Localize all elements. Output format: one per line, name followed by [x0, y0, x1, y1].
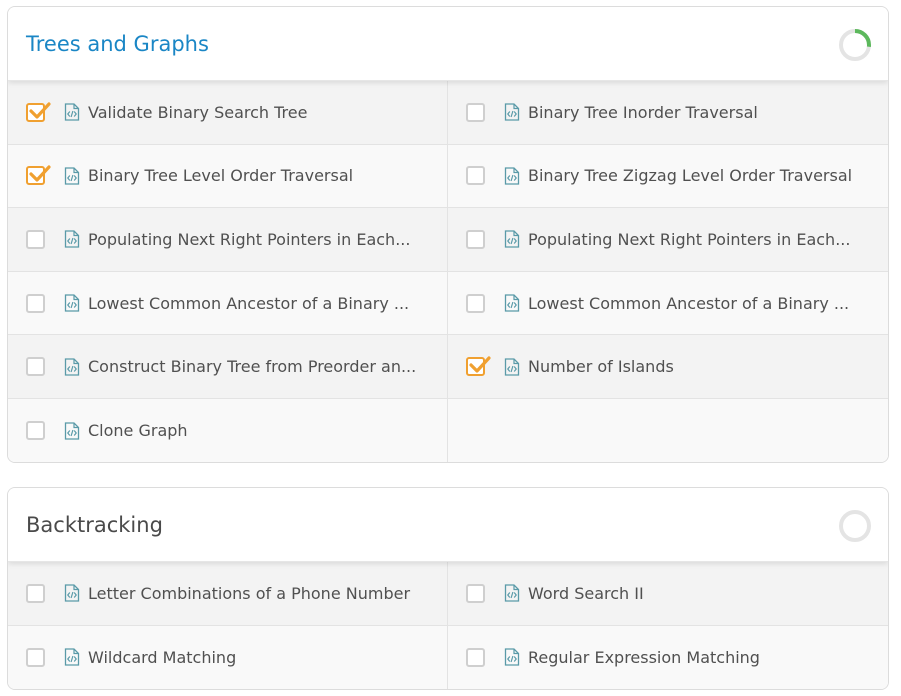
checkbox[interactable] [466, 229, 485, 249]
problem-label: Populating Next Right Pointers in Each..… [528, 229, 851, 249]
code-file-icon [64, 167, 80, 185]
code-file-icon [504, 584, 520, 602]
checkbox[interactable] [466, 102, 485, 122]
code-file-icon [504, 294, 520, 312]
code-file-icon [64, 230, 80, 249]
section-header[interactable]: Trees and Graphs [8, 7, 888, 81]
code-file-icon [504, 230, 520, 249]
code-file-icon [64, 584, 80, 602]
problem-item[interactable]: Binary Tree Zigzag Level Order Traversal [448, 144, 888, 209]
checkbox[interactable] [26, 583, 45, 603]
section-title: Backtracking [26, 513, 163, 537]
problem-item[interactable]: Regular Expression Matching [448, 625, 888, 689]
section-card-trees-and-graphs: Trees and Graphs Validate Binary Search … [7, 6, 889, 463]
problem-label: Lowest Common Ancestor of a Binary ... [88, 293, 410, 313]
problem-label: Clone Graph [88, 421, 188, 441]
problem-item[interactable]: Lowest Common Ancestor of a Binary ... [8, 271, 448, 336]
problem-label: Regular Expression Matching [528, 647, 760, 667]
problem-label: Populating Next Right Pointers in Each..… [88, 229, 411, 249]
code-file-icon [64, 103, 80, 121]
checkbox[interactable] [26, 229, 45, 249]
checkbox[interactable] [466, 166, 485, 186]
checkbox[interactable] [26, 293, 45, 313]
section-card-backtracking: Backtracking Letter Combinations of a Ph… [7, 487, 889, 690]
problem-item[interactable]: Binary Tree Inorder Traversal [448, 81, 888, 145]
code-file-icon [504, 167, 520, 185]
problem-label: Validate Binary Search Tree [88, 102, 308, 122]
section-header[interactable]: Backtracking [8, 488, 888, 562]
code-file-icon [64, 294, 80, 312]
code-file-icon [504, 648, 520, 667]
problem-item[interactable]: Clone Graph [8, 398, 448, 462]
checkbox[interactable] [466, 647, 485, 667]
empty-cell [448, 398, 888, 462]
problem-label: Binary Tree Level Order Traversal [88, 166, 354, 186]
checkbox[interactable] [466, 583, 485, 603]
problem-label: Number of Islands [528, 357, 674, 377]
problem-grid: Validate Binary Search Tree Binary Tree I… [8, 81, 888, 462]
code-file-icon [64, 358, 80, 376]
problem-item[interactable]: Binary Tree Level Order Traversal [8, 144, 448, 209]
problem-item[interactable]: Letter Combinations of a Phone Number [8, 562, 448, 626]
problem-item[interactable]: Number of Islands [448, 335, 888, 399]
checkbox[interactable] [466, 293, 485, 313]
problem-item[interactable]: Word Search II [448, 562, 888, 626]
checkbox[interactable] [26, 647, 45, 667]
code-file-icon [64, 422, 80, 440]
code-file-icon [504, 358, 520, 376]
problem-label: Binary Tree Zigzag Level Order Traversal [528, 166, 853, 186]
problem-label: Word Search II [528, 583, 644, 603]
progress-ring-icon [839, 510, 871, 542]
problem-label: Lowest Common Ancestor of a Binary ... [528, 293, 850, 313]
problem-grid: Letter Combinations of a Phone Number Wor… [8, 562, 888, 689]
problem-item[interactable]: Wildcard Matching [8, 625, 448, 689]
problem-item[interactable]: Lowest Common Ancestor of a Binary ... [448, 271, 888, 336]
checkbox[interactable] [26, 165, 51, 186]
checkmark-icon [29, 102, 51, 119]
checkbox[interactable] [26, 357, 45, 377]
checkbox[interactable] [466, 356, 491, 377]
checkbox[interactable] [26, 102, 51, 122]
problem-item[interactable]: Populating Next Right Pointers in Each..… [8, 208, 448, 272]
problem-item[interactable]: Validate Binary Search Tree [8, 81, 448, 145]
section-title: Trees and Graphs [26, 32, 209, 56]
problem-label: Binary Tree Inorder Traversal [528, 102, 758, 122]
code-file-icon [64, 648, 80, 667]
checkmark-icon [29, 165, 51, 182]
checkbox[interactable] [26, 421, 45, 441]
progress-ring-icon [839, 29, 871, 61]
problem-label: Construct Binary Tree from Preorder an..… [88, 357, 417, 377]
problem-label: Letter Combinations of a Phone Number [88, 583, 411, 603]
code-file-icon [504, 103, 520, 121]
problem-item[interactable]: Populating Next Right Pointers in Each..… [448, 208, 888, 272]
problem-label: Wildcard Matching [88, 647, 237, 667]
problem-item[interactable]: Construct Binary Tree from Preorder an..… [8, 335, 448, 399]
checkmark-icon [469, 356, 491, 373]
